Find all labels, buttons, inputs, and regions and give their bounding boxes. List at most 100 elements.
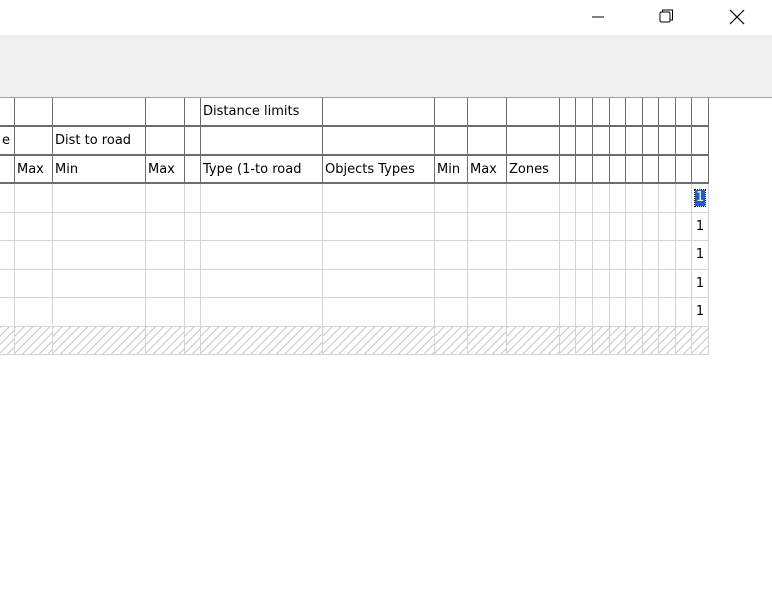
row-value-cell[interactable]: 1 [692,270,709,298]
table-cell[interactable] [435,213,468,241]
new-row-cell[interactable] [626,327,643,355]
column-header-cell[interactable] [560,127,576,156]
table-cell[interactable] [676,298,692,327]
table-cell[interactable] [507,241,560,270]
table-cell[interactable] [643,298,659,327]
table-cell[interactable] [593,298,610,327]
column-header-cell[interactable] [659,156,676,184]
column-header-cell[interactable] [676,156,692,184]
table-cell[interactable] [468,213,507,241]
table-cell[interactable] [0,213,15,241]
row-value-cell[interactable]: 1 [692,213,709,241]
table-cell[interactable] [185,270,201,298]
column-header-cell[interactable] [15,127,53,156]
row-value-cell[interactable]: 1 [692,298,709,327]
table-cell[interactable] [435,184,468,213]
column-header-cell[interactable] [692,127,709,156]
table-cell[interactable] [323,270,435,298]
table-cell[interactable] [146,241,185,270]
column-header-cell[interactable] [435,98,468,127]
table-cell[interactable] [643,184,659,213]
table-cell[interactable] [185,298,201,327]
table-cell[interactable] [643,213,659,241]
table-cell[interactable] [15,213,53,241]
table-cell[interactable] [0,298,15,327]
table-cell[interactable] [146,298,185,327]
column-header-cell[interactable] [643,98,659,127]
table-cell[interactable] [659,241,676,270]
table-cell[interactable] [53,298,146,327]
column-header-cell[interactable] [560,156,576,184]
column-header-cell[interactable] [659,127,676,156]
table-cell[interactable] [323,184,435,213]
column-header-cell[interactable]: Max [15,156,53,184]
table-cell[interactable] [507,213,560,241]
new-row-cell[interactable] [468,327,507,355]
table-cell[interactable] [323,298,435,327]
column-header-cell[interactable] [626,156,643,184]
column-header-cell[interactable] [146,127,185,156]
table-cell[interactable] [643,270,659,298]
column-header-cell[interactable]: Zones [507,156,560,184]
column-header-cell[interactable] [610,98,626,127]
table-cell[interactable] [659,270,676,298]
table-cell[interactable] [201,241,323,270]
column-header-cell[interactable] [185,156,201,184]
table-cell[interactable] [576,184,593,213]
data-grid[interactable]: Distance limits e Dist to road Max Min Max Typ… [0,98,709,355]
table-cell[interactable] [323,241,435,270]
table-cell[interactable] [593,184,610,213]
column-header-cell[interactable] [593,127,610,156]
new-row-cell[interactable] [692,327,709,355]
column-header-cell[interactable] [560,98,576,127]
table-cell[interactable] [15,270,53,298]
table-cell[interactable] [576,213,593,241]
restore-button[interactable] [643,0,689,33]
table-cell[interactable] [560,298,576,327]
table-cell[interactable] [626,298,643,327]
new-row-cell[interactable] [610,327,626,355]
table-cell[interactable] [676,241,692,270]
table-cell[interactable] [435,298,468,327]
table-cell[interactable] [0,270,15,298]
column-header-cell[interactable] [610,156,626,184]
column-header-cell[interactable] [626,127,643,156]
new-row-cell[interactable] [659,327,676,355]
column-header-cell[interactable] [323,98,435,127]
new-row-cell[interactable] [146,327,185,355]
column-header-cell[interactable] [468,127,507,156]
column-header-cell[interactable]: Max [468,156,507,184]
new-row-cell[interactable] [435,327,468,355]
new-row-cell[interactable] [185,327,201,355]
table-cell[interactable] [659,184,676,213]
new-row-cell[interactable] [53,327,146,355]
table-cell[interactable] [185,184,201,213]
table-cell[interactable] [53,184,146,213]
column-header-cell[interactable] [0,156,15,184]
table-cell[interactable] [468,298,507,327]
column-header-cell[interactable] [593,98,610,127]
table-cell[interactable] [201,298,323,327]
column-header-cell[interactable] [643,127,659,156]
new-row-cell[interactable] [201,327,323,355]
table-cell[interactable] [53,213,146,241]
table-cell[interactable] [507,184,560,213]
column-header-cell[interactable] [676,98,692,127]
table-cell[interactable] [626,184,643,213]
new-row-cell[interactable] [643,327,659,355]
column-header-cell[interactable] [435,127,468,156]
column-header-cell[interactable] [468,98,507,127]
table-cell[interactable] [53,241,146,270]
new-row-cell[interactable] [593,327,610,355]
table-cell[interactable] [610,184,626,213]
table-cell[interactable] [593,213,610,241]
column-header-cell[interactable] [507,98,560,127]
column-header-cell[interactable] [626,98,643,127]
table-cell[interactable] [507,270,560,298]
table-cell[interactable] [659,213,676,241]
column-header-cell[interactable] [643,156,659,184]
table-cell[interactable] [643,241,659,270]
column-header-cell[interactable]: Type (1-to road [201,156,323,184]
table-cell[interactable] [468,184,507,213]
minimize-button[interactable] [575,0,621,33]
